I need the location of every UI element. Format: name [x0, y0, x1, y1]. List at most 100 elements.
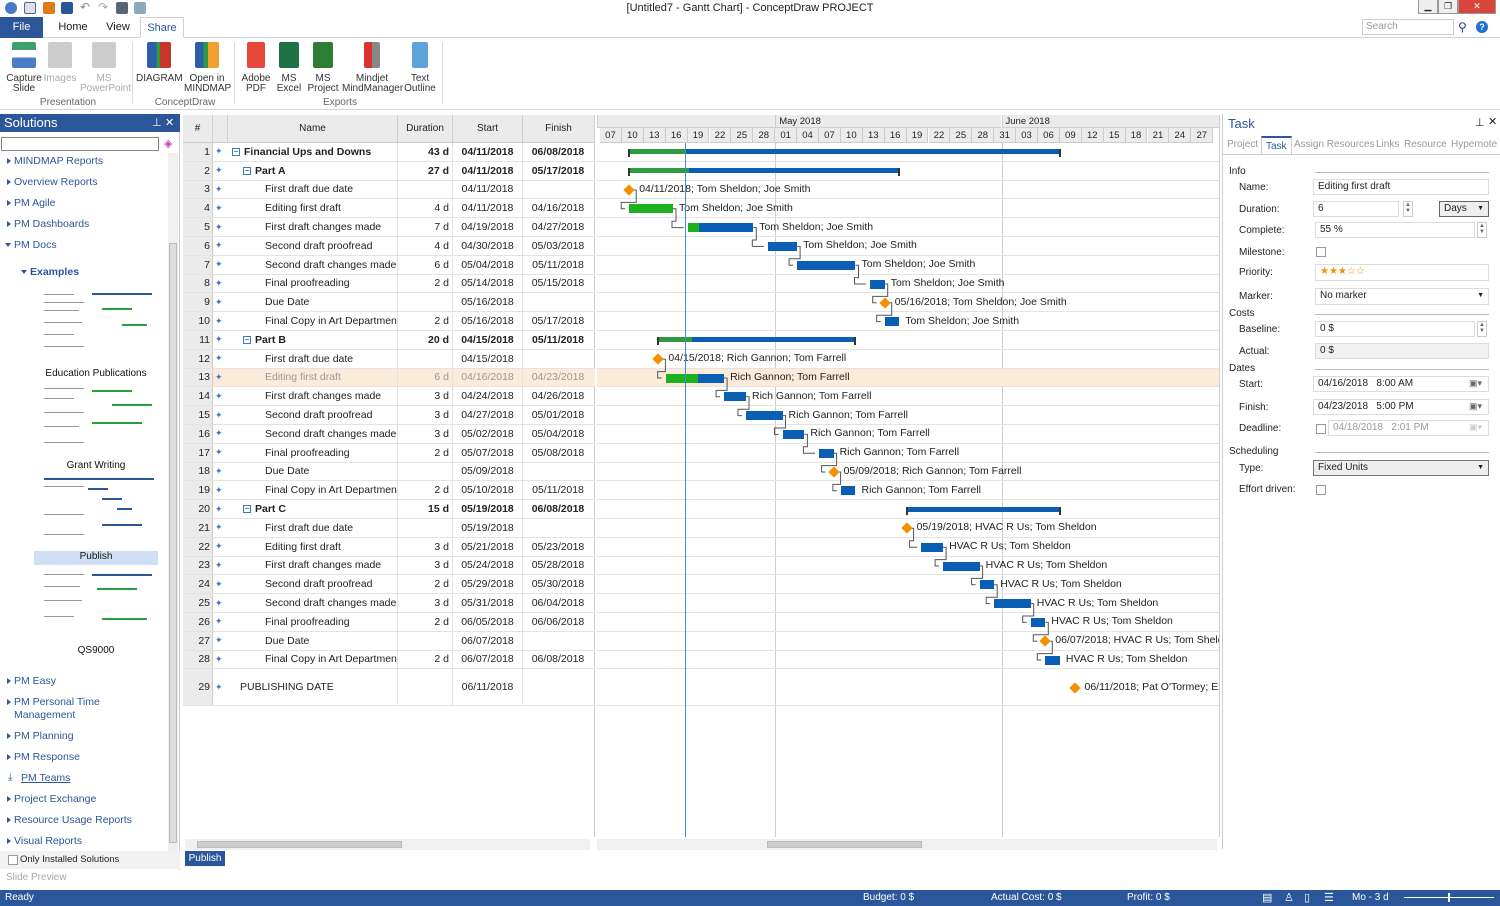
solution-pm-response[interactable]: PM Response: [7, 751, 80, 764]
grid-horizontal-scrollbar[interactable]: [185, 839, 590, 850]
baseline-spinner[interactable]: ▲ ▼: [1477, 321, 1487, 337]
task-start[interactable]: 05/24/2018: [453, 556, 523, 575]
task-start[interactable]: 05/16/2018: [453, 293, 523, 312]
task-start[interactable]: 04/24/2018: [453, 387, 523, 406]
task-finish[interactable]: 04/27/2018: [523, 218, 593, 236]
thumbnail-qs9000[interactable]: [42, 568, 156, 644]
task-info-icon[interactable]: ✦: [215, 406, 227, 424]
task-duration[interactable]: 4 d: [398, 199, 453, 218]
milestone-checkbox[interactable]: [1316, 247, 1326, 257]
task-finish[interactable]: 05/30/2018: [523, 575, 593, 593]
table-row[interactable]: 13 ✦ Editing first draft 6 d 04/16/2018 04/23…: [183, 368, 595, 388]
table-row[interactable]: 21 ✦ First draft due date 05/19/2018: [183, 519, 595, 538]
task-finish[interactable]: [523, 519, 593, 537]
task-info-icon[interactable]: ✦: [215, 500, 227, 518]
task-name-cell[interactable]: Final Copy in Art Department: [228, 481, 398, 500]
task-name-cell[interactable]: Second draft proofread: [228, 237, 398, 255]
task-bar[interactable]: [724, 392, 746, 402]
solution-mindmap-reports[interactable]: MINDMAP Reports: [6, 155, 103, 168]
table-row[interactable]: 4 ✦ Editing first draft 4 d 04/11/2018 04/16/…: [183, 199, 595, 219]
close-icon[interactable]: ✕: [1488, 115, 1497, 128]
table-row[interactable]: 19 ✦ Final Copy in Art Department 2 d 05/10/…: [183, 481, 595, 501]
task-info-icon[interactable]: ✦: [215, 181, 227, 199]
task-finish[interactable]: [523, 350, 593, 368]
task-start[interactable]: 05/19/2018: [453, 500, 523, 518]
task-duration[interactable]: [398, 631, 453, 650]
panel-tab-resource[interactable]: Resource: [1404, 139, 1447, 150]
task-bar[interactable]: [994, 599, 1031, 609]
adobe-pdf-button[interactable]: Adobe PDF: [240, 42, 272, 94]
task-duration[interactable]: [398, 519, 453, 537]
task-bar[interactable]: [797, 260, 856, 270]
table-row[interactable]: 29 ✦ PUBLISHING DATE 06/11/2018: [183, 669, 595, 707]
table-row[interactable]: 11 ✦ − Part B 20 d 04/15/2018 05/11/2018: [183, 331, 595, 350]
minimize-button[interactable]: ▁: [1418, 0, 1438, 14]
task-finish[interactable]: 05/23/2018: [523, 538, 593, 556]
col-header-start[interactable]: Start: [453, 115, 523, 143]
task-finish[interactable]: 06/08/2018: [523, 651, 593, 669]
task-info-icon[interactable]: ✦: [215, 275, 227, 293]
task-duration[interactable]: 2 d: [398, 443, 453, 462]
task-duration[interactable]: 2 d: [398, 312, 453, 330]
table-row[interactable]: 16 ✦ Second draft changes made 3 d 05/02/201…: [183, 425, 595, 444]
gantt-view-icon[interactable]: ▤: [1262, 890, 1272, 906]
solutions-search-input[interactable]: [1, 137, 159, 151]
task-info-icon[interactable]: ✦: [215, 331, 227, 349]
task-start[interactable]: 05/04/2018: [453, 255, 523, 274]
pin-icon[interactable]: ⊥: [152, 114, 162, 132]
sheet-tab-publish[interactable]: Publish: [185, 851, 225, 866]
table-row[interactable]: 1 ✦ − Financial Ups and Downs 43 d 04/11/2018…: [183, 143, 595, 162]
task-start[interactable]: 05/07/2018: [453, 443, 523, 462]
document-view-icon[interactable]: ▯: [1304, 890, 1310, 906]
task-name-cell[interactable]: Editing first draft: [228, 368, 398, 387]
task-name-cell[interactable]: Due Date: [228, 462, 398, 481]
table-row[interactable]: 5 ✦ First draft changes made 7 d 04/19/2018 0…: [183, 218, 595, 237]
task-finish[interactable]: 06/04/2018: [523, 594, 593, 612]
panel-tab-links[interactable]: Links: [1376, 139, 1399, 150]
task-info-icon[interactable]: ✦: [215, 519, 227, 537]
task-info-icon[interactable]: ✦: [215, 425, 227, 443]
col-header-name[interactable]: Name: [228, 115, 398, 143]
task-info-icon[interactable]: ✦: [215, 444, 227, 462]
close-button[interactable]: ✕: [1458, 0, 1496, 14]
tab-share[interactable]: Share: [140, 17, 184, 38]
task-start[interactable]: 05/02/2018: [453, 425, 523, 443]
table-row[interactable]: 10 ✦ Final Copy in Art Department 2 d 05/16/…: [183, 312, 595, 331]
task-info-icon[interactable]: ✦: [215, 199, 227, 217]
task-bar[interactable]: [687, 223, 754, 233]
task-duration[interactable]: 2 d: [398, 481, 453, 500]
calendar-icon[interactable]: ▣▾: [1469, 401, 1482, 412]
task-duration[interactable]: [398, 669, 453, 706]
task-bar[interactable]: [1045, 655, 1060, 665]
task-info-icon[interactable]: ✦: [215, 632, 227, 650]
task-start[interactable]: 06/07/2018: [453, 650, 523, 669]
task-finish[interactable]: 05/01/2018: [523, 406, 593, 424]
name-field[interactable]: Editing first draft: [1313, 179, 1489, 195]
solution-resource-usage-reports[interactable]: Resource Usage Reports: [7, 814, 132, 827]
complete-field[interactable]: 55 %: [1315, 222, 1475, 238]
task-name-cell[interactable]: Editing first draft: [228, 199, 398, 218]
task-duration[interactable]: 15 d: [398, 500, 453, 518]
table-row[interactable]: 20 ✦ − Part C 15 d 05/19/2018 06/08/2018: [183, 500, 595, 519]
task-finish[interactable]: [523, 669, 593, 705]
task-finish[interactable]: 05/08/2018: [523, 444, 593, 462]
task-name-cell[interactable]: Due Date: [228, 631, 398, 650]
list-view-icon[interactable]: ☰: [1324, 890, 1334, 906]
binoculars-icon[interactable]: ⚲: [1458, 20, 1467, 34]
close-icon[interactable]: ✕: [165, 114, 174, 132]
task-name-cell[interactable]: Final proofreading: [228, 443, 398, 462]
zoom-slider[interactable]: [1404, 893, 1494, 902]
task-name-cell[interactable]: PUBLISHING DATE: [228, 669, 398, 706]
solutions-scrollbar[interactable]: [168, 153, 178, 853]
table-row[interactable]: 18 ✦ Due Date 05/09/2018: [183, 462, 595, 482]
solution-pm-teams[interactable]: PM Teams: [21, 772, 70, 784]
task-name-cell[interactable]: First draft changes made: [228, 556, 398, 575]
example-label[interactable]: Grant Writing: [34, 460, 158, 471]
task-bar[interactable]: [767, 241, 798, 251]
task-info-icon[interactable]: ✦: [215, 256, 227, 274]
task-duration[interactable]: 3 d: [398, 556, 453, 575]
task-start[interactable]: 04/15/2018: [453, 349, 523, 368]
thumbnail-grant-writing[interactable]: [42, 382, 156, 458]
duration-unit-select[interactable]: Days: [1439, 201, 1489, 217]
col-header-duration[interactable]: Duration: [398, 115, 453, 143]
